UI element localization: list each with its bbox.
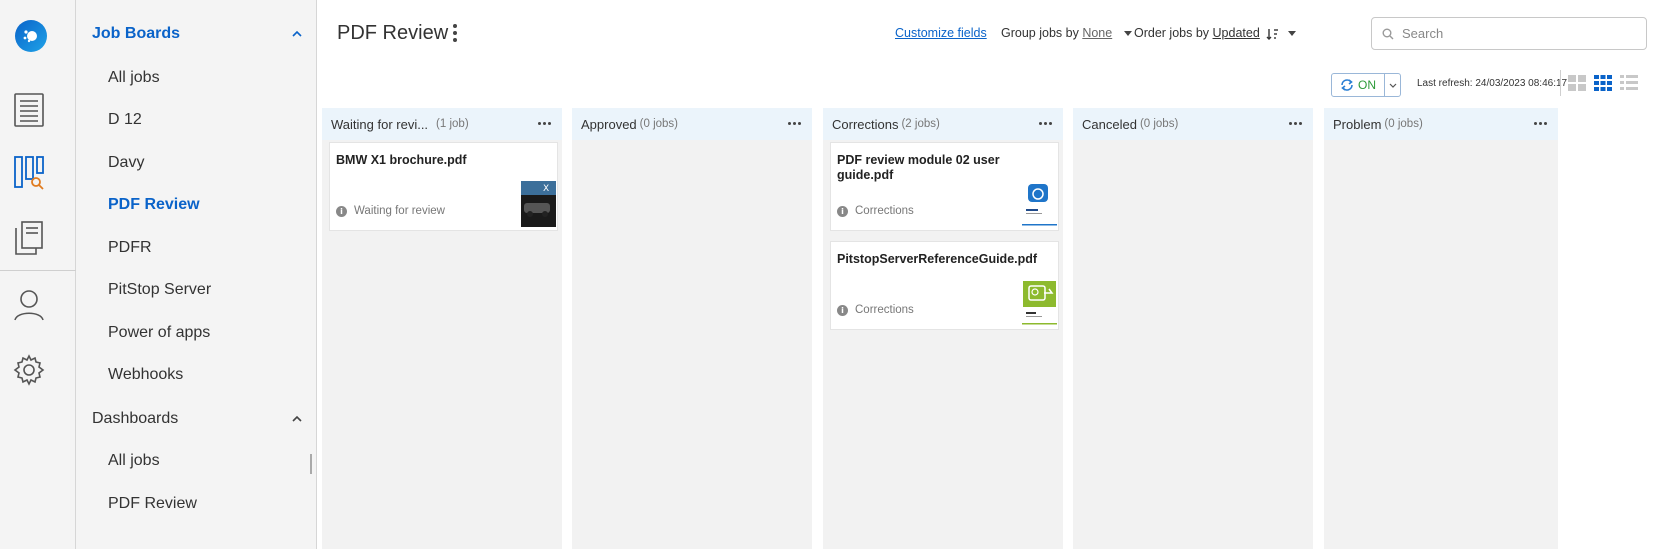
order-value[interactable]: Updated [1213,26,1260,40]
column-header: Problem (0 jobs) [1324,108,1558,140]
job-card[interactable]: PitstopServerReferenceGuide.pdf i Correc… [830,241,1059,330]
search-box[interactable] [1371,17,1647,50]
search-icon [1382,28,1394,39]
sidebar-item-dashboard-all-jobs[interactable]: All jobs [108,449,160,473]
column-title: Canceled [1082,116,1137,132]
order-label: Order jobs by [1134,26,1210,40]
info-icon: i [837,205,848,217]
column-header: Corrections (2 jobs) [823,108,1063,140]
board-menu-icon[interactable] [450,24,460,44]
section-label: Job Boards [92,25,181,42]
sidebar-item-webhooks[interactable]: Webhooks [108,363,183,387]
chevron-up-icon [292,30,302,37]
job-status: i Corrections [837,205,914,217]
column-waiting-for-review: Waiting for revi... (1 job) BMW X1 broch… [322,108,562,549]
large-cards-view-icon[interactable] [1567,74,1587,92]
caret-down-icon [1287,31,1296,37]
sidebar-item-davy[interactable]: Davy [108,151,144,175]
auto-refresh-toggle[interactable]: ON [1331,73,1401,97]
column-header: Canceled (0 jobs) [1073,108,1313,140]
group-jobs-control[interactable]: Group jobs by None [1001,26,1132,40]
job-name: PitstopServerReferenceGuide.pdf [837,252,1038,266]
column-count: (0 jobs) [1139,118,1179,130]
bmw-thumbnail: X [521,181,556,227]
column-title: Corrections [832,116,899,132]
refresh-icon [1341,79,1353,91]
section-label: Dashboards [92,410,179,427]
sidebar-item-pdfr[interactable]: PDFR [108,236,152,260]
svg-text:X: X [543,184,549,194]
column-count: (0 jobs) [639,118,679,130]
job-boards-icon[interactable] [12,154,46,194]
job-list-icon[interactable] [12,90,46,130]
column-approved: Approved (0 jobs) [572,108,812,549]
settings-gear-icon[interactable] [12,350,46,390]
last-refresh-text: Last refresh: 24/03/2023 08:46:17 [1417,78,1568,89]
sidebar: Job Boards All jobs D 12 Davy PDF Review… [76,0,317,549]
info-icon: i [336,205,347,217]
column-header: Waiting for revi... (1 job) [322,108,562,140]
dashboards-section-header[interactable]: Dashboards [92,404,304,434]
chevron-down-icon[interactable] [1388,79,1398,91]
group-value[interactable]: None [1082,26,1112,40]
column-title: Problem [1333,116,1382,132]
job-status-label: Waiting for review [354,205,445,217]
chevron-up-icon [292,415,302,422]
column-menu-icon[interactable] [1289,122,1302,125]
job-status-label: Corrections [855,205,914,217]
refresh-on-label: ON [1358,78,1376,92]
column-problem: Problem (0 jobs) [1324,108,1558,549]
column-title: Approved [581,116,637,132]
column-count: (0 jobs) [1384,118,1423,130]
icon-rail [0,0,76,549]
search-input[interactable] [1402,26,1622,41]
sidebar-item-dashboard-pdf-review[interactable]: PDF Review [108,492,197,516]
column-menu-icon[interactable] [788,122,801,125]
job-card[interactable]: PDF review module 02 user guide.pdf i Co… [830,142,1059,231]
job-name: BMW X1 brochure.pdf [336,153,467,167]
sidebar-item-d12[interactable]: D 12 [108,108,142,132]
job-status: i Waiting for review [336,205,445,217]
customize-fields-link[interactable]: Customize fields [895,26,987,40]
app-logo-icon[interactable] [15,20,47,52]
column-title: Waiting for revi... [331,116,429,132]
job-status: i Corrections [837,304,914,316]
info-icon: i [837,304,848,316]
sidebar-item-pitstop-server[interactable]: PitStop Server [108,278,211,302]
sidebar-item-power-of-apps[interactable]: Power of apps [108,321,210,345]
job-status-label: Corrections [855,304,914,316]
column-menu-icon[interactable] [1534,122,1547,125]
group-label: Group jobs by [1001,26,1079,40]
sidebar-item-pdf-review[interactable]: PDF Review [108,193,200,217]
column-menu-icon[interactable] [538,122,551,125]
main-content: PDF Review Customize fields Group jobs b… [317,0,1659,549]
small-cards-view-icon[interactable] [1593,74,1613,92]
pitstop-thumbnail [1022,280,1057,326]
job-boards-section-header[interactable]: Job Boards [92,19,304,49]
column-canceled: Canceled (0 jobs) [1073,108,1313,549]
column-corrections: Corrections (2 jobs) PDF review module 0… [823,108,1063,549]
sort-descending-icon [1266,28,1279,40]
column-menu-icon[interactable] [1039,122,1052,125]
sidebar-scrollbar[interactable] [310,454,312,474]
job-card[interactable]: BMW X1 brochure.pdf i Waiting for review… [329,142,558,231]
documents-icon[interactable] [12,218,46,258]
job-name: PDF review module 02 user guide.pdf [837,153,1000,182]
column-count: (1 job) [436,118,469,130]
caret-down-icon [1123,31,1132,37]
sidebar-item-all-jobs[interactable]: All jobs [108,66,160,90]
page-title: PDF Review [337,22,449,44]
guide-thumbnail [1022,181,1057,227]
order-jobs-control[interactable]: Order jobs by Updated [1134,26,1296,41]
column-count: (2 jobs) [901,118,940,130]
user-icon[interactable] [12,286,46,326]
list-view-icon[interactable] [1619,74,1639,92]
column-header: Approved (0 jobs) [572,108,812,140]
